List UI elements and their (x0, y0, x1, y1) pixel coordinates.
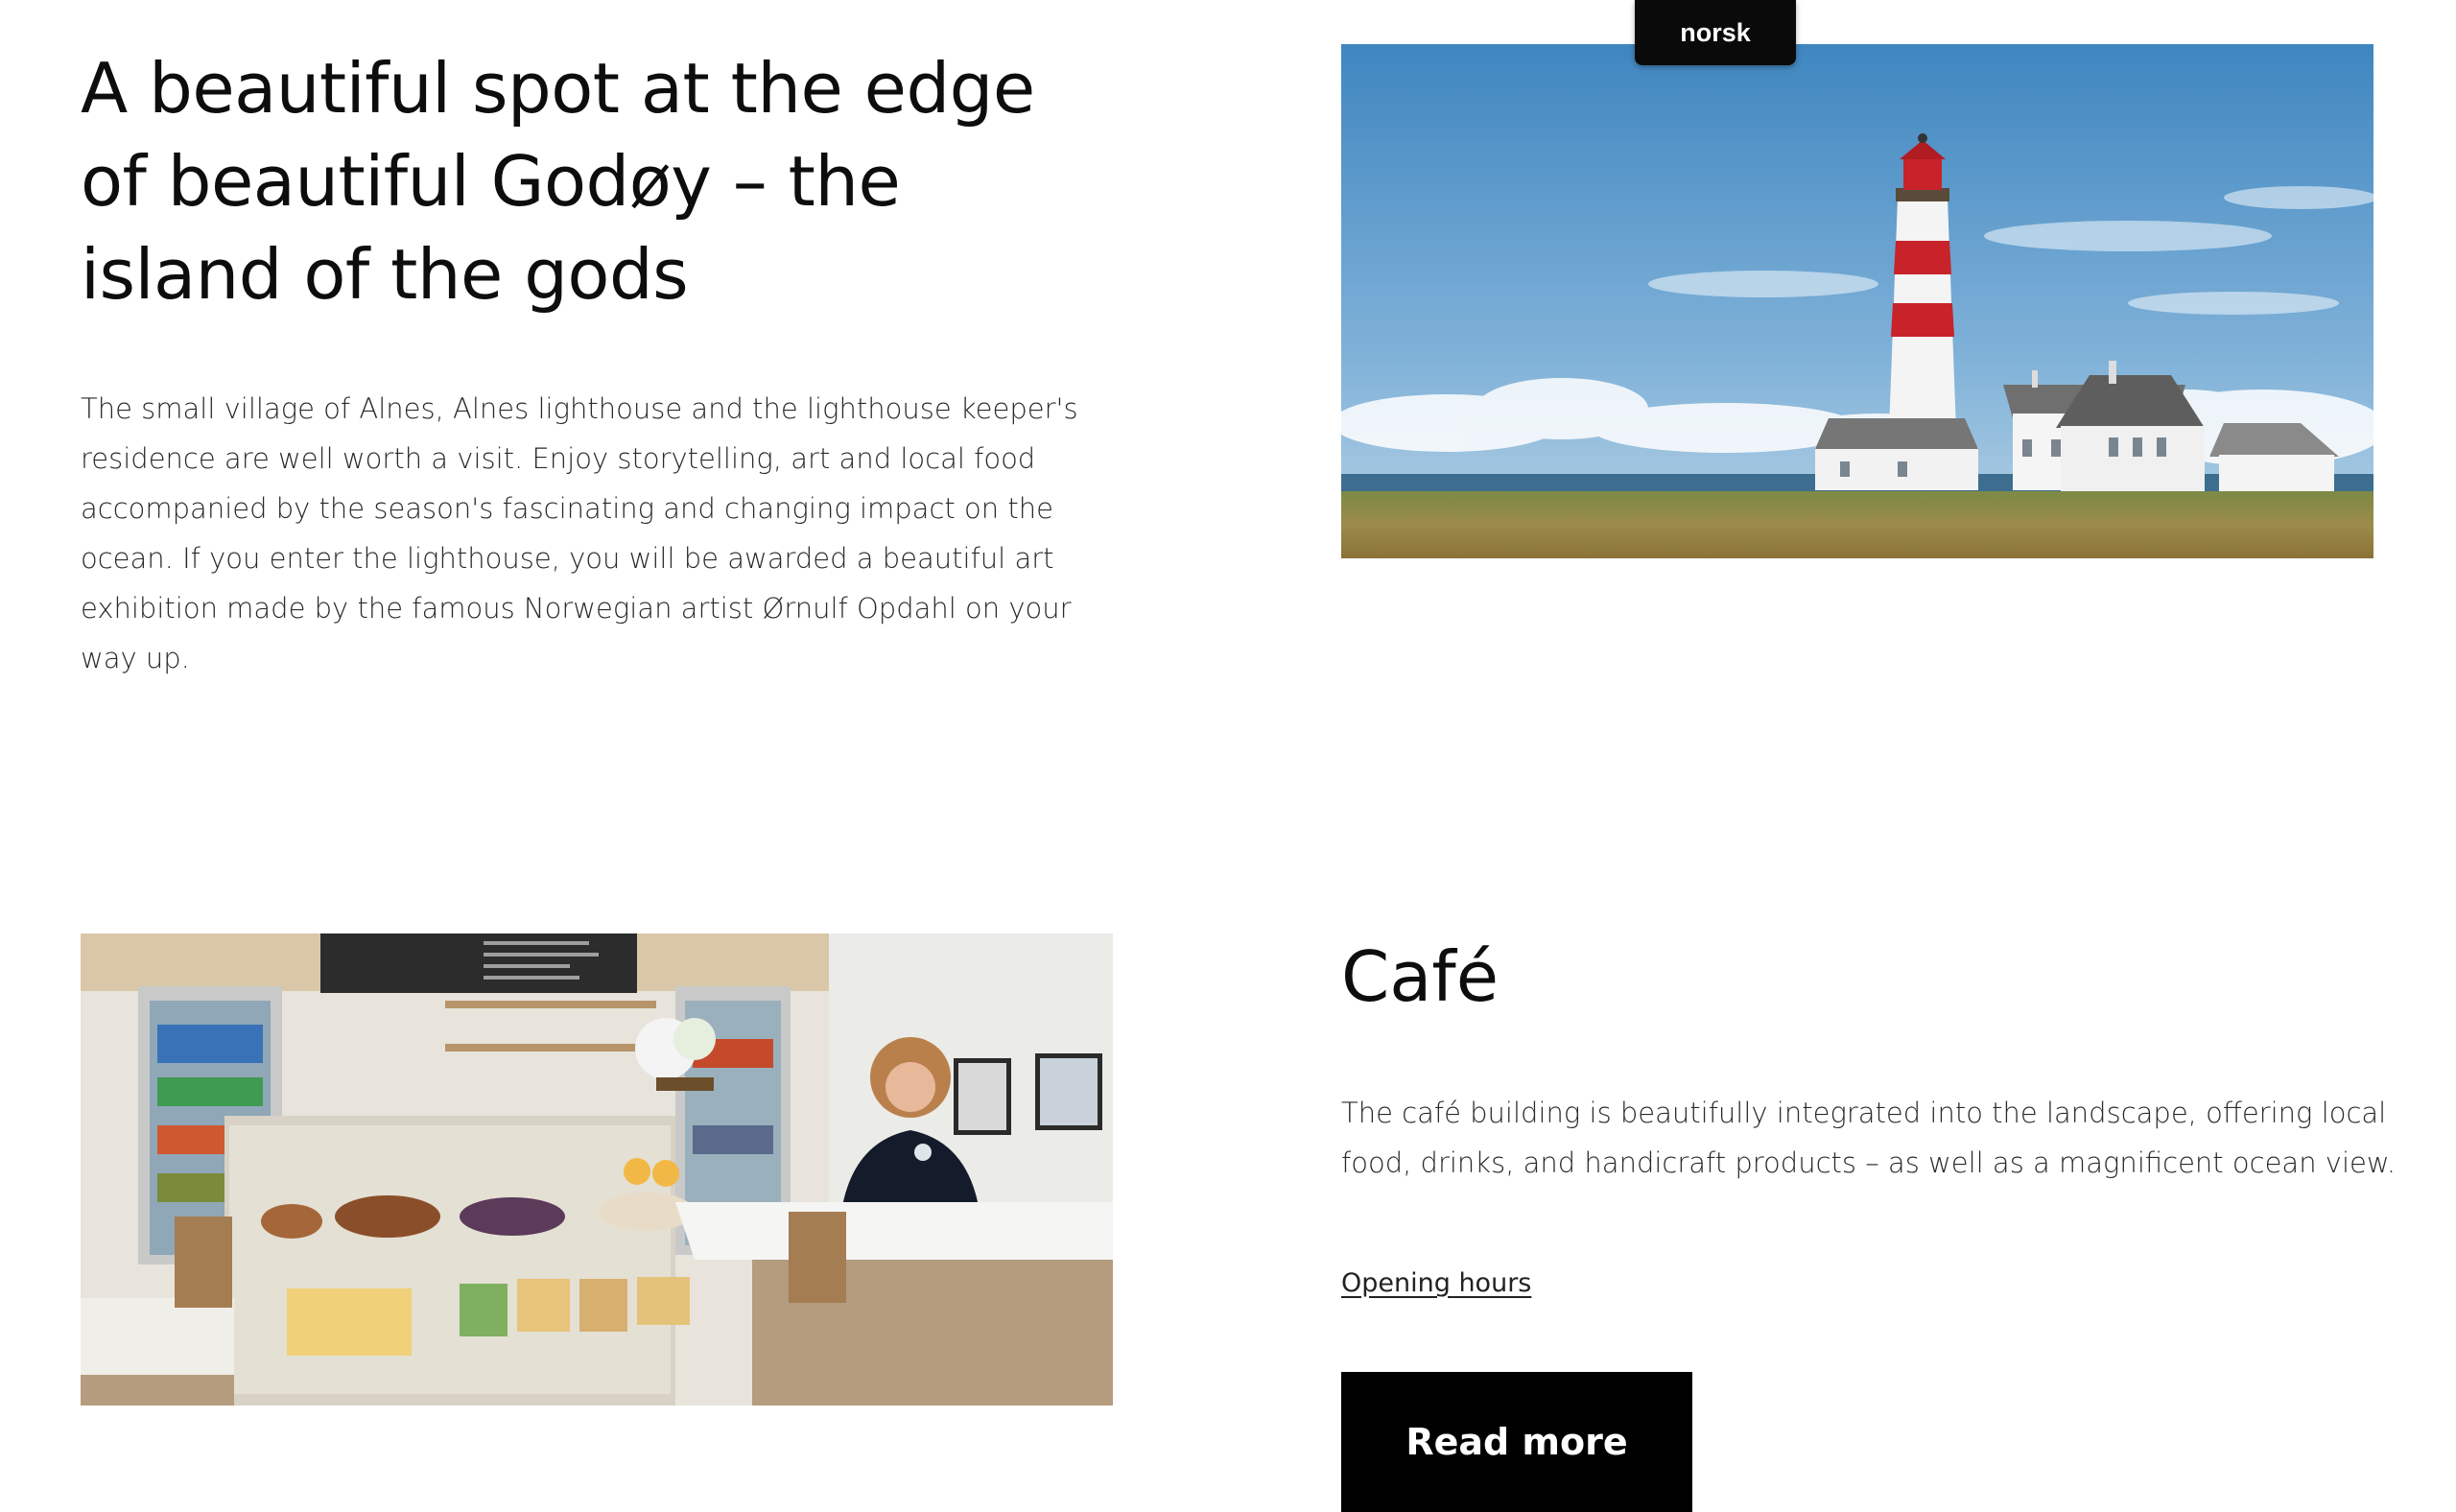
cafe-title: Café (1341, 936, 1500, 1017)
cafe-photo (81, 933, 1113, 1406)
intro-title: A beautiful spot at the edge of beautifu… (81, 48, 1035, 315)
read-more-button[interactable]: Read more (1341, 1372, 1692, 1512)
intro-paragraph: The small village of Alnes, Alnes lighth… (81, 392, 1078, 674)
opening-hours-link[interactable]: Opening hours (1341, 1268, 1531, 1298)
language-switch-norsk[interactable]: norsk (1635, 0, 1796, 65)
cafe-paragraph: The café building is beautifully integra… (1341, 1097, 2397, 1179)
lighthouse-photo (1341, 44, 2373, 558)
